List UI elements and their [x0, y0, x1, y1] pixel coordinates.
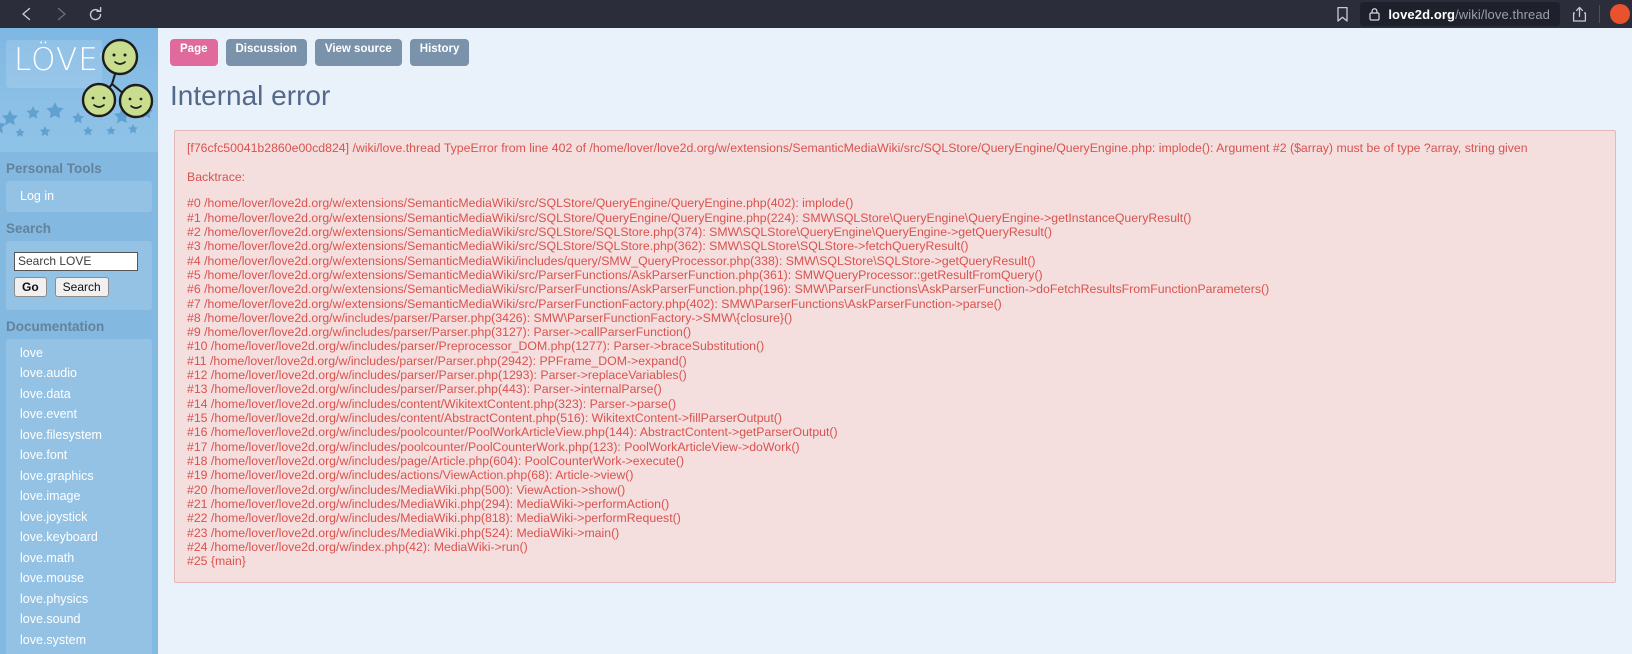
backtrace-line: #13 /home/lover/love2d.org/w/includes/pa…: [187, 382, 662, 397]
sidebar-item-love-graphics[interactable]: love.graphics: [6, 466, 152, 487]
sidebar-item-love-font[interactable]: love.font: [6, 445, 152, 466]
sidebar: LÖVE®: [0, 28, 158, 654]
error-headline: [f76cfc50041b2860e00cd824] /wiki/love.th…: [187, 141, 1528, 155]
sidebar-group-search: Go Search: [6, 240, 152, 310]
sidebar-item-love-system[interactable]: love.system: [6, 630, 152, 651]
backtrace-line: #12 /home/lover/love2d.org/w/includes/pa…: [187, 368, 687, 383]
backtrace-line: #24 /home/lover/love2d.org/w/index.php(4…: [187, 539, 528, 554]
sidebar-item-love[interactable]: love: [6, 343, 152, 364]
backtrace-line: #14 /home/lover/love2d.org/w/includes/co…: [187, 396, 677, 411]
backtrace-line: #5 /home/lover/love2d.org/w/extensions/S…: [187, 267, 1043, 282]
sidebar-item-love-sound[interactable]: love.sound: [6, 609, 152, 630]
backtrace-line: #20 /home/lover/love2d.org/w/includes/Me…: [187, 482, 626, 497]
page-tabs: Page Discussion View source History: [158, 28, 1632, 66]
sidebar-item-love-image[interactable]: love.image: [6, 486, 152, 507]
sidebar-item-love-filesystem[interactable]: love.filesystem: [6, 425, 152, 446]
backtrace-line: #2 /home/lover/love2d.org/w/extensions/S…: [187, 224, 1052, 239]
love-mascots-icon: [81, 38, 154, 119]
search-form: Go Search: [6, 246, 152, 305]
content-inner: Internal error [f76cfc50041b2860e00cd824…: [158, 80, 1632, 584]
reload-icon[interactable]: [84, 3, 106, 25]
browser-toolbar: love2d.org/wiki/love.thread: [0, 0, 1632, 28]
backtrace-line: #10 /home/lover/love2d.org/w/includes/pa…: [187, 339, 765, 354]
page-body: LÖVE®: [0, 28, 1632, 654]
sidebar-item-love-joystick[interactable]: love.joystick: [6, 507, 152, 528]
backtrace-line: #9 /home/lover/love2d.org/w/includes/par…: [187, 325, 692, 340]
bookmark-icon[interactable]: [1325, 6, 1360, 23]
sidebar-item-log-in[interactable]: Log in: [6, 186, 152, 207]
backtrace-label: Backtrace:: [187, 170, 246, 185]
backtrace-line: #22 /home/lover/love2d.org/w/includes/Me…: [187, 511, 681, 526]
navigation-buttons: [8, 3, 106, 25]
page-title: Internal error: [170, 80, 331, 111]
backtrace-line: #8 /home/lover/love2d.org/w/includes/par…: [187, 310, 793, 325]
backtrace-line: #19 /home/lover/love2d.org/w/includes/ac…: [187, 468, 634, 483]
address-bar-text: love2d.org/wiki/love.thread: [1388, 7, 1550, 22]
tab-history[interactable]: History: [409, 39, 470, 66]
sidebar-item-love-thread[interactable]: love.thread: [6, 650, 152, 654]
sidebar-item-love-event[interactable]: love.event: [6, 404, 152, 425]
backtrace-line: #18 /home/lover/love2d.org/w/includes/pa…: [187, 453, 685, 468]
backtrace-line: #21 /home/lover/love2d.org/w/includes/Me…: [187, 496, 670, 511]
error-box: [f76cfc50041b2860e00cd824] /wiki/love.th…: [174, 130, 1616, 584]
sidebar-item-love-keyboard[interactable]: love.keyboard: [6, 527, 152, 548]
backtrace-line: #0 /home/lover/love2d.org/w/extensions/S…: [187, 196, 854, 211]
browser-right-controls: love2d.org/wiki/love.thread: [1325, 0, 1632, 28]
search-input[interactable]: [14, 251, 138, 271]
share-icon[interactable]: [1560, 6, 1599, 23]
sidebar-heading-documentation: Documentation: [6, 318, 105, 334]
main-content: Page Discussion View source History Inte…: [158, 28, 1632, 654]
sidebar-group-documentation: love love.audio love.data love.event lov…: [6, 338, 152, 654]
tab-page[interactable]: Page: [170, 39, 218, 66]
search-submit-button[interactable]: Search: [54, 276, 109, 297]
back-icon[interactable]: [16, 3, 38, 25]
toolbar-divider: [1599, 5, 1600, 23]
sidebar-item-love-mouse[interactable]: love.mouse: [6, 568, 152, 589]
backtrace-line: #23 /home/lover/love2d.org/w/includes/Me…: [187, 525, 620, 540]
lock-icon: [1369, 7, 1380, 21]
sidebar-group-personal-tools: Log in: [6, 181, 152, 212]
url-domain: love2d.org: [1388, 6, 1456, 22]
tab-discussion[interactable]: Discussion: [225, 39, 307, 66]
url-path: /wiki/love.thread: [1455, 6, 1550, 22]
sidebar-item-love-physics[interactable]: love.physics: [6, 589, 152, 610]
sidebar-heading-search: Search: [6, 220, 52, 236]
tab-view-source[interactable]: View source: [314, 39, 402, 66]
forward-icon[interactable]: [50, 3, 72, 25]
site-logo[interactable]: LÖVE®: [0, 28, 158, 152]
backtrace-line: #16 /home/lover/love2d.org/w/includes/po…: [187, 425, 838, 440]
search-go-button[interactable]: Go: [14, 276, 47, 297]
sidebar-item-love-audio[interactable]: love.audio: [6, 363, 152, 384]
backtrace-line: #6 /home/lover/love2d.org/w/extensions/S…: [187, 282, 1270, 297]
backtrace-line: #7 /home/lover/love2d.org/w/extensions/S…: [187, 296, 1002, 311]
backtrace-line: #3 /home/lover/love2d.org/w/extensions/S…: [187, 239, 969, 254]
sidebar-item-love-math[interactable]: love.math: [6, 548, 152, 569]
backtrace-line: #1 /home/lover/love2d.org/w/extensions/S…: [187, 210, 1192, 225]
backtrace-line: #17 /home/lover/love2d.org/w/includes/po…: [187, 439, 800, 454]
sidebar-heading-personal-tools: Personal Tools: [6, 161, 102, 176]
address-bar[interactable]: love2d.org/wiki/love.thread: [1360, 2, 1560, 26]
backtrace-list: #0 /home/lover/love2d.org/w/extensions/S…: [187, 196, 1603, 568]
backtrace-line: #11 /home/lover/love2d.org/w/includes/pa…: [187, 353, 687, 368]
backtrace-line: #25 {main}: [187, 554, 246, 569]
sidebar-item-love-data[interactable]: love.data: [6, 384, 152, 405]
profile-avatar[interactable]: [1610, 4, 1630, 24]
backtrace-line: #15 /home/lover/love2d.org/w/includes/co…: [187, 411, 782, 426]
backtrace-line: #4 /home/lover/love2d.org/w/extensions/S…: [187, 253, 1036, 268]
search-buttons: Go Search: [14, 276, 144, 297]
